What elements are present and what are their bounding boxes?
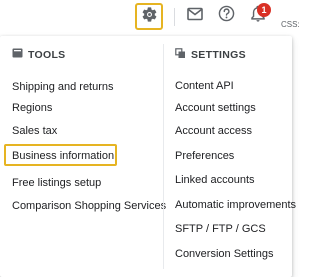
menu-item-comparison-shopping-services[interactable]: Comparison Shopping Services [12, 199, 166, 213]
settings-button[interactable] [135, 3, 163, 30]
menu-item-linked-accounts[interactable]: Linked accounts [175, 173, 255, 187]
settings-tools-menu: TOOLS Shipping and returns Regions Sales… [0, 36, 296, 277]
menu-item-business-information[interactable]: Business information [12, 149, 114, 163]
tools-heading-label: TOOLS [28, 48, 66, 61]
menu-item-sales-tax[interactable]: Sales tax [12, 124, 57, 138]
top-app-bar: 1 CSS: [0, 0, 300, 36]
menu-item-sftp-ftp-gcs[interactable]: SFTP / FTP / GCS [175, 222, 266, 236]
toolbar-divider [174, 8, 175, 26]
corner-text: CSS: [281, 20, 300, 29]
menu-item-conversion-settings[interactable]: Conversion Settings [175, 247, 273, 261]
mail-button[interactable] [184, 6, 206, 26]
settings-heading-label: SETTINGS [191, 49, 246, 61]
menu-item-free-listings-setup[interactable]: Free listings setup [12, 176, 101, 190]
menu-item-account-access[interactable]: Account access [175, 124, 252, 138]
menu-item-automatic-improvements[interactable]: Automatic improvements [175, 198, 296, 212]
column-divider [163, 44, 164, 269]
mail-icon [187, 7, 203, 26]
tools-heading: TOOLS [12, 48, 65, 61]
gear-icon [141, 6, 158, 28]
menu-item-content-api[interactable]: Content API [175, 79, 234, 93]
help-icon [218, 5, 235, 27]
settings-heading: SETTINGS [175, 48, 246, 62]
settings-icon [175, 48, 191, 62]
menu-item-account-settings[interactable]: Account settings [175, 101, 256, 115]
help-button[interactable] [215, 5, 237, 27]
menu-item-preferences[interactable]: Preferences [175, 149, 234, 163]
notification-badge: 1 [257, 3, 271, 17]
tools-icon [12, 48, 28, 61]
menu-item-regions[interactable]: Regions [12, 101, 52, 115]
menu-item-shipping-returns[interactable]: Shipping and returns [12, 80, 114, 94]
